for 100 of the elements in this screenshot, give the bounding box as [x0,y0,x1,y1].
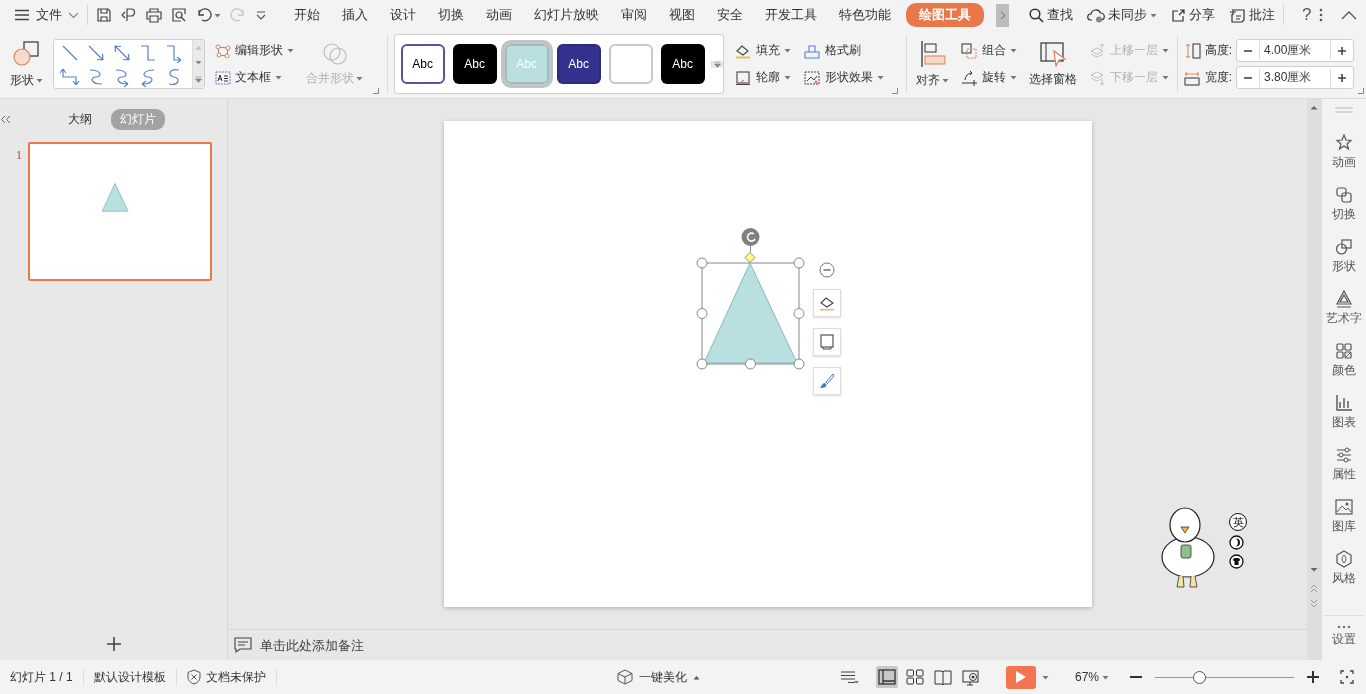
sidebar-button[interactable]: 艺术字 [1326,289,1362,327]
size-field[interactable]: 4.00厘米 [1236,39,1354,62]
ribbon-tab[interactable]: 审阅 [610,3,658,27]
collapse-icon[interactable] [818,262,835,278]
expand-icon[interactable] [713,60,721,68]
resize-handle[interactable] [793,308,804,319]
caret-icon[interactable] [1010,48,1018,53]
print-preview-icon[interactable] [171,7,187,23]
line-shape-icon[interactable] [112,43,132,63]
ribbon-tab[interactable]: 特色功能 [828,3,902,27]
shape-button[interactable]: 形状 [6,37,47,91]
caret-icon[interactable] [1010,75,1018,80]
shape-effects-button[interactable]: 形状效果 [800,68,886,87]
zoom-in-icon[interactable] [1306,670,1320,684]
sidebar-button[interactable]: 切换 [1332,185,1356,223]
previous-page-icon[interactable] [1310,584,1318,593]
input-mode-button[interactable]: 英 [1229,513,1247,531]
resize-handle[interactable] [696,358,707,370]
panel-tab[interactable]: 大纲 [59,108,101,130]
slider-thumb[interactable] [1193,670,1207,684]
ribbon-tab[interactable]: 幻灯片放映 [523,3,610,27]
view-button[interactable] [875,666,898,688]
more-tabs-button[interactable] [996,3,1009,27]
outline-button[interactable] [812,328,841,356]
caret-icon[interactable] [1102,674,1109,680]
ribbon-tab[interactable]: 动画 [475,3,523,27]
sidebar-button[interactable]: 颜色 [1332,341,1356,379]
align-button[interactable]: 对齐 [912,37,954,91]
toolbar-button[interactable]: 分享 [1171,6,1215,24]
format-painter-button[interactable]: 格式刷 [800,41,886,60]
line-shape-icon[interactable] [164,43,184,63]
dialog-launcher-icon[interactable] [891,88,898,94]
resize-handle[interactable] [744,358,756,370]
line-shape-icon[interactable] [60,67,80,87]
group-button[interactable]: 组合 [959,41,1020,60]
expand-icon[interactable] [195,75,202,83]
scroll-up-icon[interactable] [1310,105,1318,110]
slide-thumbnail[interactable] [28,142,212,281]
shape-style-swatch[interactable]: Abc [556,44,601,84]
line-shape-icon[interactable] [138,43,158,63]
scroll-down-icon[interactable] [1310,567,1318,572]
play-button[interactable] [1005,665,1036,689]
resize-handle[interactable] [696,257,707,269]
resize-handle[interactable] [793,257,804,269]
dialog-launcher-icon[interactable] [373,88,379,94]
caret-icon[interactable] [287,48,294,53]
ribbon-tab[interactable]: 开发工具 [754,3,828,27]
caret-icon[interactable] [1041,674,1049,680]
shape-style-swatch[interactable]: Abc [400,44,445,84]
style-button[interactable] [812,367,841,395]
notes-field[interactable]: 单击此处添加备注 [258,636,562,654]
print-icon[interactable] [146,7,162,23]
file-menu[interactable]: 文件 [14,4,79,26]
caret-icon[interactable] [275,75,282,80]
caret-icon[interactable] [783,75,791,80]
output-icon[interactable] [121,7,137,23]
sidebar-button[interactable]: 属性 [1332,445,1356,483]
resize-handle[interactable] [696,308,707,319]
add-slide-icon[interactable] [105,636,122,652]
caret-icon[interactable] [942,77,950,83]
caret-icon[interactable] [783,48,791,53]
line-shape-icon[interactable] [86,43,106,63]
next-page-icon[interactable] [1310,599,1318,608]
toolbar-button[interactable]: 未同步 [1087,6,1157,24]
ribbon-tab[interactable]: 切换 [427,3,475,27]
caret-icon[interactable] [1150,12,1157,18]
scroll-down-icon[interactable] [195,60,202,66]
sidebar-button[interactable]: 动画 [1332,133,1356,171]
zoom-dropdown[interactable]: 67% [1074,670,1109,684]
line-shape-icon[interactable] [60,43,80,63]
sidebar-button[interactable]: 风格 [1332,549,1356,587]
size-field[interactable]: 3.80厘米 [1236,66,1354,89]
shape-style-swatch[interactable]: Abc [660,44,705,84]
selection-pane-button[interactable]: 选择窗格 [1025,38,1082,90]
caret-icon[interactable] [36,77,43,83]
ribbon-tab[interactable]: 安全 [706,3,754,27]
resize-handle[interactable] [793,358,804,370]
shape-style-swatch[interactable] [608,44,653,84]
caret-icon[interactable] [876,75,884,80]
edit-shape-button[interactable]: 编辑形状 [213,41,296,60]
collapse-icon[interactable] [1341,10,1358,20]
text-box-button[interactable]: 文本框 [213,68,296,87]
ribbon-tab[interactable]: 开始 [283,3,331,27]
save-icon[interactable] [96,7,112,23]
sidebar-button[interactable]: 设置 [1324,615,1364,648]
dialog-launcher-icon[interactable] [1358,88,1364,94]
outline-button[interactable]: 轮廓 [731,68,793,87]
ribbon-tab[interactable]: 插入 [331,3,379,27]
sidebar-button[interactable]: 图表 [1332,393,1356,431]
undo-icon[interactable] [196,7,212,23]
toolbar-button[interactable]: 查找 [1029,6,1073,24]
collapse-panel-icon[interactable] [0,114,11,124]
shirt-icon[interactable] [1229,554,1244,569]
ribbon-tab[interactable]: 视图 [658,3,706,27]
caret-icon[interactable] [214,12,221,18]
notes-toggle-icon[interactable] [839,670,860,684]
sidebar-button[interactable]: 图库 [1332,497,1356,535]
toolbar-button[interactable]: 批注 [1229,6,1275,24]
beautify-button[interactable]: 一键美化 [617,668,700,686]
ribbon-tab[interactable]: 设计 [379,3,427,27]
